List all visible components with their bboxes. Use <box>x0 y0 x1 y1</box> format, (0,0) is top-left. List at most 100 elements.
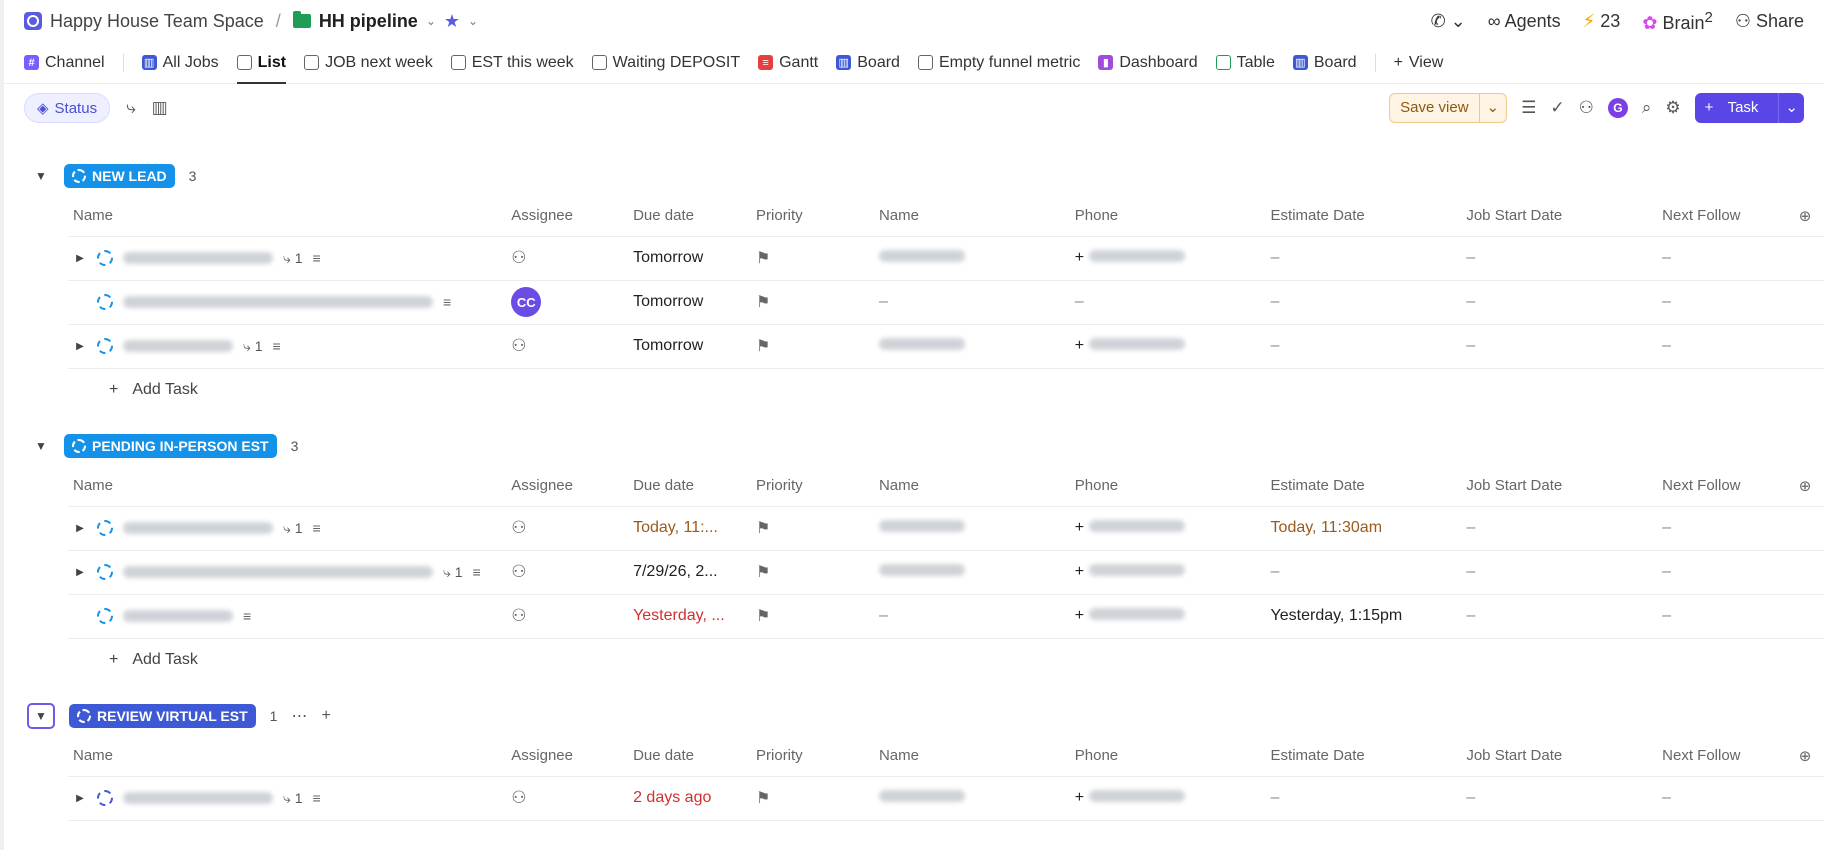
tab-job-next-week[interactable]: JOB next week <box>304 42 433 84</box>
subtask-count[interactable]: ⤷ 1 <box>243 338 263 355</box>
status-pill[interactable]: PENDING IN-PERSON EST <box>64 434 277 458</box>
column-header[interactable]: Phone <box>1069 196 1266 237</box>
phone-cell[interactable]: + <box>1069 776 1266 821</box>
status-circle-icon[interactable] <box>97 338 113 354</box>
phone-cell[interactable]: – <box>1069 280 1266 325</box>
column-header[interactable]: Priority <box>751 736 874 777</box>
task-name-cell[interactable]: ▶ ⤷ 1 ≡ <box>68 776 507 821</box>
expand-caret-icon[interactable]: ▶ <box>73 523 87 534</box>
column-header[interactable]: Estimate Date <box>1265 736 1462 777</box>
estimate-date-cell[interactable]: – <box>1265 236 1462 281</box>
column-header[interactable]: Due date <box>628 466 752 507</box>
add-column-icon[interactable]: ⊕ <box>1793 466 1824 507</box>
table-row[interactable]: ▶ ⤷ 1 ≡ ⚇ 2 days ago ⚑ + – – – <box>68 776 1824 821</box>
chevron-down-icon[interactable]: ⌄ <box>1478 94 1507 122</box>
job-start-date-cell[interactable]: – <box>1461 280 1658 325</box>
status-circle-icon[interactable] <box>97 294 113 310</box>
add-assignee-icon[interactable]: ⚇ <box>511 518 526 537</box>
table-row[interactable]: ▶ ⤷ 1 ≡ ⚇ 7/29/26, 2... ⚑ + – – – <box>68 550 1824 595</box>
job-start-date-cell[interactable]: – <box>1461 236 1658 281</box>
tab-dashboard[interactable]: ▮ Dashboard <box>1098 42 1198 84</box>
priority-cell[interactable]: ⚑ <box>751 236 874 281</box>
column-header[interactable]: Estimate Date <box>1265 466 1462 507</box>
flag-icon[interactable]: ⚑ <box>756 250 770 267</box>
estimate-date-cell[interactable]: – <box>1265 280 1462 325</box>
due-date-cell[interactable]: Tomorrow <box>628 280 752 325</box>
estimate-date-cell[interactable]: Yesterday, 1:15pm <box>1265 594 1462 639</box>
contact-name-cell[interactable] <box>873 506 1070 551</box>
more-icon[interactable]: ⋯ <box>291 706 307 726</box>
task-name-redacted[interactable] <box>123 252 273 264</box>
priority-cell[interactable]: ⚑ <box>751 506 874 551</box>
column-header[interactable]: Next Follow <box>1657 736 1794 777</box>
column-header[interactable]: Name <box>873 196 1070 237</box>
column-header[interactable]: Priority <box>751 466 874 507</box>
contact-name-cell[interactable] <box>873 550 1070 595</box>
expand-caret-icon[interactable]: ▶ <box>73 567 87 578</box>
chevron-down-icon[interactable]: ⌄ <box>468 14 478 28</box>
assignee-cell[interactable]: ⚇ <box>506 776 629 821</box>
task-name-redacted[interactable] <box>123 340 233 352</box>
expand-caret-icon[interactable]: ▶ <box>73 341 87 352</box>
columns-icon[interactable]: ▥ <box>152 98 168 118</box>
check-circle-icon[interactable]: ✓ <box>1550 98 1564 118</box>
task-name-redacted[interactable] <box>123 792 273 804</box>
task-name-cell[interactable]: ▶ ⤷ 1 ≡ <box>68 506 507 551</box>
due-date-cell[interactable]: Tomorrow <box>628 236 752 281</box>
column-header[interactable]: Due date <box>628 196 752 237</box>
phone-cell[interactable]: + <box>1069 324 1266 369</box>
flag-icon[interactable]: ⚑ <box>756 294 770 311</box>
next-follow-cell[interactable]: – <box>1657 550 1794 595</box>
add-assignee-icon[interactable]: ⚇ <box>511 336 526 355</box>
next-follow-cell[interactable]: – <box>1657 280 1794 325</box>
next-follow-cell[interactable]: – <box>1657 594 1794 639</box>
task-name-cell[interactable]: ≡ <box>68 594 507 639</box>
column-header[interactable]: Assignee <box>506 736 629 777</box>
due-date-cell[interactable]: Tomorrow <box>628 324 752 369</box>
job-start-date-cell[interactable]: – <box>1461 594 1658 639</box>
priority-cell[interactable]: ⚑ <box>751 550 874 595</box>
column-header[interactable]: Job Start Date <box>1461 736 1658 777</box>
chevron-down-icon[interactable]: ⌄ <box>1778 93 1804 123</box>
phone-cell[interactable]: + <box>1069 550 1266 595</box>
tab-board[interactable]: ▥ Board <box>836 42 900 84</box>
priority-cell[interactable]: ⚑ <box>751 280 874 325</box>
contact-name-cell[interactable]: – <box>873 594 1070 639</box>
credits-button[interactable]: ⚡ 23 <box>1583 11 1621 32</box>
expand-caret-icon[interactable]: ▶ <box>73 253 87 264</box>
status-circle-icon[interactable] <box>97 790 113 806</box>
table-row[interactable]: ≡ ⚇ Yesterday, ... ⚑ – + Yesterday, 1:15pm – – <box>68 594 1824 639</box>
column-header[interactable]: Phone <box>1069 736 1266 777</box>
task-name-cell[interactable]: ▶ ⤷ 1 ≡ <box>68 324 507 369</box>
phone-call-icon[interactable]: ✆ ⌄ <box>1431 11 1466 32</box>
task-name-redacted[interactable] <box>123 522 273 534</box>
subtasks-icon[interactable]: ⤷ <box>126 98 136 118</box>
column-header[interactable]: Priority <box>751 196 874 237</box>
subtask-count[interactable]: ⤷ 1 <box>283 790 303 807</box>
collapse-caret-icon[interactable]: ▼ <box>32 169 50 183</box>
flag-icon[interactable]: ⚑ <box>756 790 770 807</box>
plus-icon[interactable]: + <box>321 707 330 725</box>
status-circle-icon[interactable] <box>97 520 113 536</box>
add-view-button[interactable]: + View <box>1394 42 1444 84</box>
tab-table[interactable]: Table <box>1215 42 1275 84</box>
assignee-cell[interactable]: ⚇ <box>506 550 629 595</box>
column-header[interactable]: Assignee <box>506 196 629 237</box>
add-assignee-icon[interactable]: ⚇ <box>511 788 526 807</box>
add-task-row[interactable]: + Add Task <box>68 638 1824 682</box>
phone-cell[interactable]: + <box>1069 236 1266 281</box>
tab-gantt[interactable]: ≡ Gantt <box>758 42 818 84</box>
subtask-count[interactable]: ⤷ 1 <box>443 564 463 581</box>
assignee-cell[interactable]: ⚇ <box>506 594 629 639</box>
priority-cell[interactable]: ⚑ <box>751 776 874 821</box>
column-header[interactable]: Name <box>873 466 1070 507</box>
contact-name-cell[interactable] <box>873 776 1070 821</box>
assignee-cell[interactable]: ⚇ <box>506 236 629 281</box>
add-task-row[interactable]: + Add Task <box>68 368 1824 412</box>
assignee-cell[interactable]: ⚇ <box>506 506 629 551</box>
favorite-star-icon[interactable]: ★ <box>444 11 460 32</box>
task-name-cell[interactable]: ▶ ⤷ 1 ≡ <box>68 236 507 281</box>
column-header[interactable]: Job Start Date <box>1461 466 1658 507</box>
column-header[interactable]: Estimate Date <box>1265 196 1462 237</box>
tab-empty-funnel-metric[interactable]: Empty funnel metric <box>917 42 1080 84</box>
